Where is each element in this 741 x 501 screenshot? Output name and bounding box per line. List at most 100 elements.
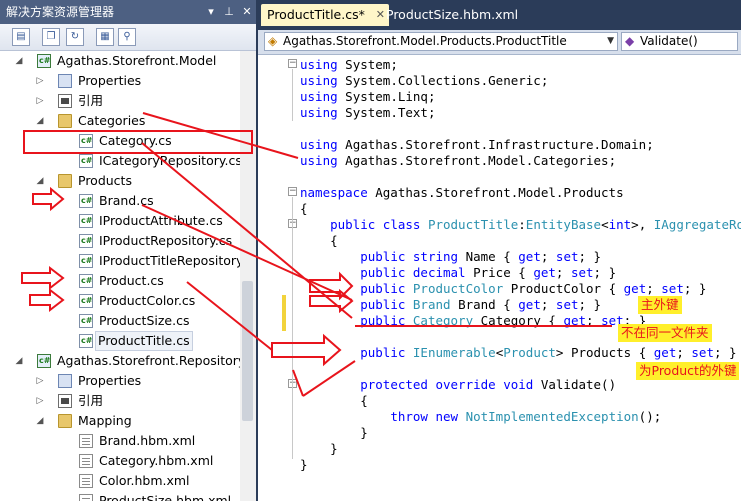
tree-item-label: Brand.cs — [99, 193, 154, 208]
member-dropdown[interactable]: ◆ Validate() — [621, 32, 738, 51]
tree-item-label: ICategoryRepository.cs — [99, 153, 242, 168]
code-token: } — [300, 441, 338, 456]
code-token: System.Linq; — [337, 89, 436, 104]
code-editor[interactable]: − − − − using System;using System.Collec… — [258, 55, 741, 501]
collapse-arrow-icon[interactable]: ◢ — [35, 111, 45, 131]
keyword-token: public — [360, 297, 406, 312]
references-icon — [58, 94, 72, 108]
code-line: using Agathas.Storefront.Infrastructure.… — [300, 137, 654, 153]
expand-arrow-icon[interactable]: ▷ — [35, 391, 45, 411]
code-line: } — [300, 441, 338, 457]
code-line: using System.Collections.Generic; — [300, 73, 548, 89]
csharp-file-icon — [79, 331, 93, 351]
tree-item-label: Products — [78, 173, 132, 188]
properties-icon — [58, 374, 72, 388]
collapse-icon[interactable]: − — [288, 59, 297, 68]
keyword-token: get — [623, 281, 647, 296]
view-code-icon[interactable]: ⚲ — [118, 28, 136, 46]
collapse-arrow-icon[interactable]: ◢ — [35, 411, 45, 431]
tree-item[interactable]: ProductSize.cs — [0, 311, 240, 331]
tree-item[interactable]: Product.cs — [0, 271, 240, 291]
code-line: { — [300, 393, 368, 409]
keyword-token: set — [570, 265, 594, 280]
method-icon: ◆ — [625, 34, 635, 48]
tree-item[interactable]: Category.hbm.xml — [0, 451, 240, 471]
code-line: public string Name { get; set; } — [300, 249, 601, 265]
expand-arrow-icon[interactable]: ▷ — [35, 91, 45, 111]
view-class-diagram-icon[interactable]: ▦ — [96, 28, 114, 46]
keyword-token: set — [555, 297, 579, 312]
csharp-file-icon — [79, 151, 93, 171]
csharp-project-icon — [37, 351, 51, 371]
type-dropdown[interactable]: ◈ Agathas.Storefront.Model.Products.Prod… — [264, 32, 618, 51]
type-token: Brand — [412, 297, 451, 312]
indicator-margin — [258, 55, 282, 501]
keyword-token: using — [300, 57, 338, 72]
panel-pin-button[interactable]: ⊥ — [222, 0, 236, 24]
tree-item[interactable]: Brand.hbm.xml — [0, 431, 240, 451]
tab-productsize-hbm-xml[interactable]: ProductSize.hbm.xml — [380, 4, 518, 26]
csharp-project-icon — [37, 51, 51, 71]
code-line: using System; — [300, 57, 398, 73]
properties-icon — [58, 74, 72, 88]
tree-item[interactable]: ▷ 引用 — [0, 391, 240, 411]
keyword-token: get — [653, 345, 677, 360]
tree-item-label: Product.cs — [99, 273, 164, 288]
solution-tree: ◢ Agathas.Storefront.Model ▷ Properties ▷ 引用 ◢… — [0, 51, 252, 501]
collapse-arrow-icon[interactable]: ◢ — [14, 351, 24, 371]
collapse-arrow-icon[interactable]: ◢ — [35, 171, 45, 191]
code-token: ; } — [578, 249, 602, 264]
code-line: throw new NotImplementedException(); — [300, 409, 661, 425]
type-token: IAggregateRoot — [653, 217, 741, 232]
tree-item-label: Color.hbm.xml — [99, 473, 190, 488]
tree-item[interactable]: IProductTitleRepository.c — [0, 251, 252, 271]
tree-item[interactable]: ◢ Products — [0, 171, 240, 191]
collapse-icon[interactable]: − — [288, 187, 297, 196]
code-token: : — [518, 217, 526, 232]
solution-explorer-toolbar: ▤ ❐ ↻ ▦ ⚲ — [0, 24, 256, 51]
keyword-token: using — [300, 73, 338, 88]
properties-icon[interactable]: ▤ — [12, 28, 30, 46]
tree-item[interactable]: ◢ Agathas.Storefront.Repository. — [0, 351, 248, 371]
expand-arrow-icon[interactable]: ▷ — [35, 371, 45, 391]
keyword-token: set — [691, 345, 714, 360]
expand-arrow-icon[interactable]: ▷ — [35, 71, 45, 91]
tree-item[interactable]: ◢ Categories — [0, 111, 240, 131]
tree-scrollbar[interactable] — [240, 51, 256, 501]
folder-icon — [58, 174, 72, 188]
tree-item[interactable]: ▷ Properties — [0, 71, 240, 91]
tree-item[interactable]: IProductAttribute.cs — [0, 211, 240, 231]
tree-item[interactable]: ProductSize.hbm.xml — [0, 491, 240, 501]
tree-item[interactable]: ◢ Agathas.Storefront.Model — [0, 51, 240, 71]
tree-item-label: 引用 — [78, 393, 104, 408]
code-token: Validate() — [533, 377, 617, 392]
tree-item[interactable]: IProductRepository.cs — [0, 231, 240, 251]
collapse-arrow-icon[interactable]: ◢ — [14, 51, 24, 71]
tree-item-label: ProductSize.hbm.xml — [99, 493, 232, 501]
tree-item[interactable]: ▷ Properties — [0, 371, 240, 391]
refresh-icon[interactable]: ↻ — [66, 28, 84, 46]
tree-item[interactable]: Category.cs — [0, 131, 240, 151]
panel-close-button[interactable]: ✕ — [240, 0, 254, 24]
code-token: < — [601, 217, 609, 232]
keyword-token: public — [360, 313, 406, 328]
code-line: using Agathas.Storefront.Model.Categorie… — [300, 153, 616, 169]
tree-item[interactable]: ProductTitle.cs — [0, 331, 240, 351]
tree-item[interactable]: Color.hbm.xml — [0, 471, 240, 491]
tree-item[interactable]: ▷ 引用 — [0, 91, 240, 111]
tree-item[interactable]: ProductColor.cs — [0, 291, 240, 311]
scrollbar-thumb[interactable] — [242, 281, 253, 421]
tree-item[interactable]: ICategoryRepository.cs — [0, 151, 242, 171]
tab-producttitle-cs[interactable]: ProductTitle.cs* ✕ — [261, 4, 389, 26]
tree-item[interactable]: Brand.cs — [0, 191, 240, 211]
tree-item[interactable]: ◢ Mapping — [0, 411, 240, 431]
show-all-files-icon[interactable]: ❐ — [42, 28, 60, 46]
keyword-token: set — [555, 249, 579, 264]
panel-menu-button[interactable]: ▾ — [204, 0, 218, 24]
tree-item-label: ProductTitle.cs — [95, 331, 193, 351]
